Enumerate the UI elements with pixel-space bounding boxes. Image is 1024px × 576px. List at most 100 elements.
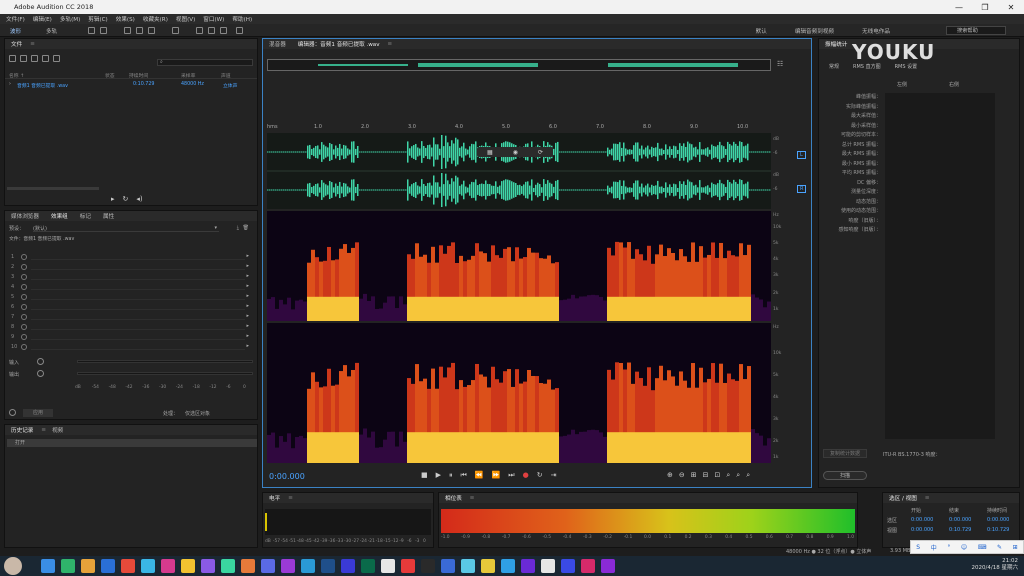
taskbar-app-icon[interactable]: [141, 559, 155, 573]
multitrack-mode-button[interactable]: 多轨: [42, 26, 61, 35]
open-file-icon[interactable]: [9, 55, 16, 62]
slot-field[interactable]: [31, 254, 245, 260]
taskbar-app-icon[interactable]: [81, 559, 95, 573]
zoom-left-icon[interactable]: ⌕: [736, 471, 740, 480]
sel-end[interactable]: 0:10.729: [949, 527, 971, 533]
delete-file-icon[interactable]: [53, 55, 60, 62]
slot-arrow-icon[interactable]: ▸: [246, 303, 249, 309]
col-duration[interactable]: 持续时间: [129, 72, 148, 79]
menu-item[interactable]: 多轨(M): [60, 15, 80, 23]
razor-tool-icon[interactable]: [136, 27, 143, 34]
tab-video[interactable]: 视频: [46, 426, 69, 434]
taskbar-app-icon[interactable]: [401, 559, 415, 573]
waveform-mode-button[interactable]: 波形: [6, 26, 25, 35]
ime-button[interactable]: ⌨: [978, 544, 987, 551]
waveform-display[interactable]: ▦ ◉ ⟳: [267, 133, 771, 209]
taskbar-app-icon[interactable]: [381, 559, 395, 573]
input-knob[interactable]: [37, 358, 44, 365]
slot-field[interactable]: [31, 264, 245, 270]
zoom-icon[interactable]: ☷: [777, 60, 783, 68]
maximize-icon[interactable]: ❐: [972, 0, 998, 14]
healing-brush-icon[interactable]: [236, 27, 243, 34]
ime-button[interactable]: ⊞: [1013, 544, 1018, 551]
col-status[interactable]: 状态: [105, 72, 115, 79]
copy-stats-button[interactable]: 复制统计数据: [823, 449, 867, 458]
time-ruler[interactable]: hms 1.0 2.0 3.0 4.0 5.0 6.0 7.0 8.0 9.0 10.0: [267, 123, 771, 132]
spectral-display-left[interactable]: [267, 211, 771, 321]
taskbar-app-icon[interactable]: [161, 559, 175, 573]
effect-slot[interactable]: 2 ▸: [9, 263, 253, 272]
effect-slot[interactable]: 5 ▸: [9, 293, 253, 302]
zoom-in-time-icon[interactable]: ⊞: [691, 471, 697, 480]
slot-arrow-icon[interactable]: ▸: [246, 313, 249, 319]
system-clock[interactable]: 21:02 2020/4/18 星期六: [972, 558, 1018, 572]
ime-button[interactable]: °: [947, 544, 950, 551]
subtab-rms-histogram[interactable]: RMS 直方图: [853, 63, 881, 70]
taskbar-app-icon[interactable]: [61, 559, 75, 573]
taskbar-app-icon[interactable]: [281, 559, 295, 573]
ime-button[interactable]: ✎: [997, 544, 1002, 551]
taskbar-app-icon[interactable]: [581, 559, 595, 573]
slot-field[interactable]: [31, 334, 245, 340]
forward-icon[interactable]: ⏩: [492, 471, 501, 480]
tab-editor[interactable]: 编辑器：音频1 音频已提取 .wav: [292, 40, 386, 48]
files-scrollbar[interactable]: [7, 187, 99, 190]
loop-preview-icon[interactable]: ↻: [123, 195, 129, 203]
zoom-out-time-icon[interactable]: ⊟: [703, 471, 709, 480]
slot-power-icon[interactable]: [21, 304, 27, 310]
tab-amplitude-statistics[interactable]: 振幅统计: [819, 40, 853, 48]
play-icon[interactable]: ▶: [436, 471, 441, 480]
slot-power-icon[interactable]: [21, 324, 27, 330]
go-start-icon[interactable]: ⏮: [461, 471, 467, 480]
channel-l-toggle[interactable]: L: [797, 151, 806, 159]
sel-start[interactable]: 0:00.000: [911, 527, 933, 533]
time-selection-tool-icon[interactable]: [172, 27, 179, 34]
slot-arrow-icon[interactable]: ▸: [246, 273, 249, 279]
preset-select[interactable]: (默认) ▾: [33, 225, 219, 232]
sel-end[interactable]: 0:00.000: [949, 517, 971, 523]
effects-tab[interactable]: 效果组: [45, 212, 74, 220]
slot-power-icon[interactable]: [21, 274, 27, 280]
workspace-tab[interactable]: 默认: [742, 26, 781, 35]
menu-item[interactable]: 剪辑(C): [88, 15, 107, 23]
subtab-rms-settings[interactable]: RMS 设置: [895, 63, 918, 70]
hud-volume-control[interactable]: ▦ ◉ ⟳: [477, 147, 553, 157]
scan-button[interactable]: 扫描: [823, 471, 867, 480]
go-end-icon[interactable]: ⏭: [508, 471, 514, 480]
effects-tab[interactable]: 标记: [74, 212, 97, 220]
pitch-view-icon[interactable]: [100, 27, 107, 34]
slot-arrow-icon[interactable]: ▸: [246, 253, 249, 259]
play-preview-icon[interactable]: ▸: [111, 195, 115, 203]
tab-history[interactable]: 历史记录: [5, 426, 39, 434]
effect-slot[interactable]: 6 ▸: [9, 303, 253, 312]
taskbar-app-icon[interactable]: [261, 559, 275, 573]
taskbar-app-icon[interactable]: [221, 559, 235, 573]
pause-icon[interactable]: ⏸: [449, 471, 453, 480]
tab-selection-view[interactable]: 选区 / 视图: [883, 494, 923, 502]
col-rate[interactable]: 采样率: [181, 72, 195, 79]
sel-start[interactable]: 0:00.000: [911, 517, 933, 523]
menu-item[interactable]: 窗口(W): [203, 15, 224, 23]
tab-levels[interactable]: 电平: [263, 494, 286, 502]
effect-slot[interactable]: 4 ▸: [9, 283, 253, 292]
subtab-general[interactable]: 常规: [829, 63, 839, 70]
process-select[interactable]: 仅选区对象: [185, 410, 210, 417]
effect-slot[interactable]: 1 ▸: [9, 253, 253, 262]
minimize-icon[interactable]: —: [946, 0, 972, 14]
panel-menu-icon[interactable]: ≡: [30, 41, 35, 47]
workspace-tab[interactable]: 无线电作品: [848, 26, 904, 35]
taskbar-app-icon[interactable]: [41, 559, 55, 573]
ime-button[interactable]: ☺: [961, 544, 967, 551]
slot-arrow-icon[interactable]: ▸: [246, 293, 249, 299]
col-channels[interactable]: 声道: [221, 72, 231, 79]
slot-power-icon[interactable]: [21, 334, 27, 340]
spectral-view-icon[interactable]: [88, 27, 95, 34]
taskbar-app-icon[interactable]: [321, 559, 335, 573]
zoom-out-amp-icon[interactable]: ⊖: [679, 471, 685, 480]
taskbar-app-icon[interactable]: [541, 559, 555, 573]
slot-arrow-icon[interactable]: ▸: [246, 263, 249, 269]
effect-slot[interactable]: 3 ▸: [9, 273, 253, 282]
file-row[interactable]: › 音频1 音频已提取 .wav 0:10.729 48000 Hz 立体声: [5, 81, 257, 89]
close-icon[interactable]: ✕: [998, 0, 1024, 14]
delete-preset-icon[interactable]: 🗑: [243, 225, 249, 231]
